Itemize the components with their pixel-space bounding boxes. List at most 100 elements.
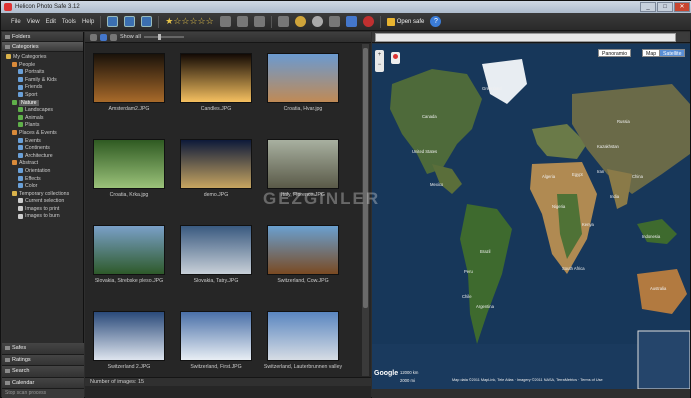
menu-edit[interactable]: Edit <box>46 19 56 25</box>
tree-item[interactable]: Animals <box>4 115 83 123</box>
thumbnail-image[interactable] <box>93 139 165 189</box>
tree-item-label: Portraits <box>25 69 45 76</box>
menu-view[interactable]: View <box>27 19 40 25</box>
map-type-satellite-button[interactable]: Satellite <box>659 49 686 57</box>
import-icon[interactable] <box>219 16 231 27</box>
close-button[interactable]: ✕ <box>674 2 690 12</box>
thumbnail-image[interactable] <box>267 139 339 189</box>
google-logo[interactable]: Google <box>374 370 398 377</box>
thumbnail[interactable]: demo.JPG <box>174 130 258 216</box>
filter-icon[interactable] <box>345 16 357 27</box>
thumbnail-image[interactable] <box>180 311 252 361</box>
tree-item-label: Continents <box>25 145 50 152</box>
folder-icon[interactable] <box>90 33 97 41</box>
tree-item[interactable]: My Categories <box>4 54 83 62</box>
tree-item[interactable]: Color <box>4 183 83 191</box>
map-type-map-button[interactable]: Map <box>642 49 661 57</box>
thumbnail-size-slider[interactable] <box>143 34 184 40</box>
category-icon <box>18 76 23 82</box>
thumbnail[interactable]: Switzerland, First.JPG <box>174 302 258 376</box>
open-safe-button[interactable]: Open safe <box>386 17 424 26</box>
settings-icon[interactable] <box>328 16 340 27</box>
watermark: GEZGINLER <box>263 189 381 208</box>
tree-item[interactable]: Current selection <box>4 198 83 206</box>
tree-item[interactable]: Places & Events <box>4 130 83 138</box>
separator <box>270 15 272 28</box>
map-label: Nigeria <box>552 204 566 209</box>
help-icon[interactable]: ? <box>430 16 442 27</box>
tree-item[interactable]: Sport <box>4 92 83 100</box>
rating-stars-icon[interactable]: ★☆☆☆☆☆ <box>165 16 213 27</box>
disc-icon[interactable] <box>294 16 306 27</box>
tree-item[interactable]: Effects <box>4 176 83 184</box>
thumbnail-image[interactable] <box>180 139 252 189</box>
thumbnail[interactable]: Switzerland, Cow.JPG <box>261 216 345 302</box>
thumbnail-scrollbar[interactable] <box>362 44 369 376</box>
tree-item[interactable]: Architecture <box>4 153 83 161</box>
tree-item[interactable]: Orientation <box>4 168 83 176</box>
thumbnail-image[interactable] <box>267 53 339 103</box>
maximize-button[interactable]: □ <box>657 2 673 12</box>
thumbnail[interactable]: Slovakia, Strebske pleso.JPG <box>87 216 171 302</box>
zoom-control[interactable]: + − <box>375 50 384 72</box>
minimize-button[interactable]: _ <box>640 2 656 12</box>
thumbnail[interactable]: Amsterdam2.JPG <box>87 44 171 130</box>
tree-item[interactable]: Family & Kids <box>4 77 83 85</box>
ratings-header[interactable]: Ratings <box>2 354 84 366</box>
thumbnail-image[interactable] <box>267 225 339 275</box>
menu-help[interactable]: Help <box>82 19 94 25</box>
thumbnail-image[interactable] <box>93 311 165 361</box>
tree-item[interactable]: Portraits <box>4 69 83 77</box>
tree-item[interactable]: Abstract <box>4 160 83 168</box>
thumbnail-caption: Croatia, Krka.jpg <box>109 192 149 198</box>
panoramio-button[interactable]: Panoramio <box>598 49 632 57</box>
thumbnail[interactable]: Croatia, Hvar.jpg <box>261 44 345 130</box>
tree-item[interactable]: Temporary collections <box>4 191 83 199</box>
tag-icon[interactable] <box>100 33 107 41</box>
tree-item[interactable]: Landscapes <box>4 107 83 115</box>
thumbnail-image[interactable] <box>93 53 165 103</box>
sort-icon[interactable] <box>110 33 117 41</box>
thumbnail[interactable]: Switzerland, Lauterbrunnen valley <box>261 302 345 376</box>
map-label: Greenland <box>482 86 502 91</box>
search-header[interactable]: Search <box>2 366 84 378</box>
calendar-header[interactable]: Calendar <box>2 377 84 389</box>
safes-header[interactable]: Safes <box>2 343 84 355</box>
world-map[interactable]: + − Panoramio Map Satellite Greenland Can… <box>372 44 690 389</box>
layout-1-icon[interactable] <box>107 16 119 27</box>
tree-item[interactable]: Nature <box>4 99 83 108</box>
map-pin-icon[interactable] <box>362 16 374 27</box>
tree-item[interactable]: Continents <box>4 145 83 153</box>
tree-item[interactable]: Plants <box>4 122 83 130</box>
thumbnail-image[interactable] <box>93 225 165 275</box>
categories-header[interactable]: Categories <box>2 42 83 52</box>
share-icon[interactable] <box>253 16 265 27</box>
folders-header[interactable]: Folders <box>2 32 83 42</box>
tree-item-label: Plants <box>25 122 40 129</box>
tree-item[interactable]: Friends <box>4 84 83 92</box>
tree-item[interactable]: Events <box>4 138 83 146</box>
thumbnail[interactable]: Switzerland 2.JPG <box>87 302 171 376</box>
layout-3-icon[interactable] <box>141 16 153 27</box>
thumbnail-image[interactable] <box>267 311 339 361</box>
map-attribution[interactable]: Map data ©2011 MapLink, Tele Atlas · Ima… <box>452 378 638 382</box>
menu-file[interactable]: File <box>11 19 21 25</box>
category-icon <box>18 213 23 219</box>
export-icon[interactable] <box>236 16 248 27</box>
thumbnail-image[interactable] <box>180 225 252 275</box>
thumbnail-image[interactable] <box>180 53 252 103</box>
street-view-pegman-icon[interactable] <box>391 52 400 64</box>
menu-tools[interactable]: Tools <box>62 19 76 25</box>
tree-item[interactable]: Images to print <box>4 206 83 214</box>
camera-icon[interactable] <box>277 16 289 27</box>
map-search-input[interactable] <box>375 33 676 42</box>
sphere-icon[interactable] <box>311 16 323 27</box>
thumbnail[interactable]: Slovakia, Tatry.JPG <box>174 216 258 302</box>
tree-item[interactable]: Images to burn <box>4 213 83 221</box>
tree-item[interactable]: People <box>4 62 83 70</box>
thumbnail[interactable]: Croatia, Krka.jpg <box>87 130 171 216</box>
show-all-label[interactable]: Show all <box>120 34 141 40</box>
map-search-button[interactable] <box>678 33 688 42</box>
layout-2-icon[interactable] <box>124 16 136 27</box>
thumbnail[interactable]: Candles.JPG <box>174 44 258 130</box>
